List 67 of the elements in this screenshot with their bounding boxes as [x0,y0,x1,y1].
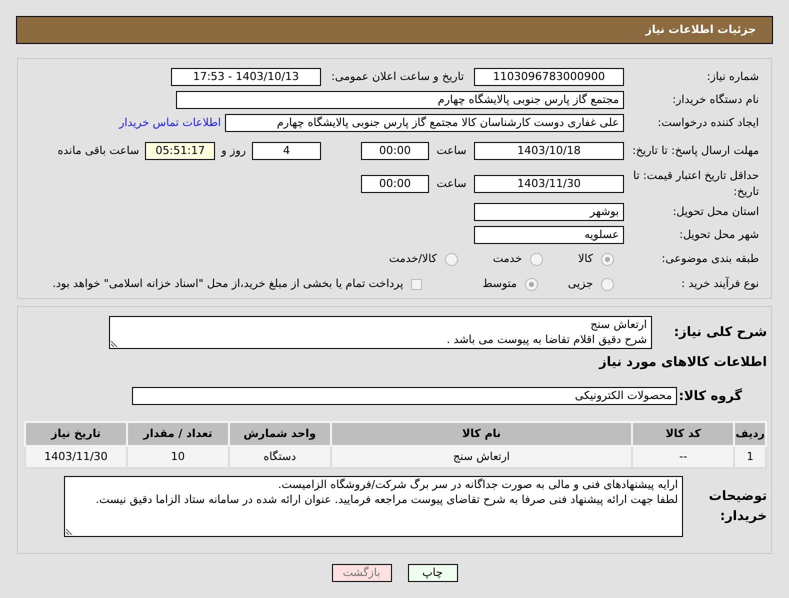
field-label: مهلت ارسال پاسخ: تا تاریخ: [631,142,759,159]
field-label: شماره نیاز: [706,68,759,85]
text-field[interactable]: 00:00 [361,175,429,193]
field-label: شرح کلی نیاز: [672,324,767,342]
text-field[interactable]: علی غفاری دوست کارشناسان کالا مجتمع گاز پارس جنوبی پالایشگاه چهارم [225,114,624,132]
text-line: لطفا جهت ارائه پیشنهاد فنی صرفا به شرح تقاضای پیوست مراجعه فرمایید. عنوان ارائه شده در سامانه ستاد الزاما دقیق نیست. [94,492,678,507]
text-field[interactable]: 1403/10/18 [474,142,624,160]
radio-label: کالا [578,250,593,267]
header-title: جزئیات اطلاعات نیاز [646,22,756,38]
text-field[interactable]: عسلویه [474,226,624,244]
print-button[interactable]: چاپ [408,564,458,582]
text-field[interactable]: محصولات الکترونیکی [132,387,677,406]
radio-button[interactable] [530,252,544,266]
radio-button[interactable] [524,278,538,290]
field-label: استان محل تحویل: [672,204,759,220]
field-label: نام دستگاه خریدار: [671,92,759,108]
resize-grip-icon [66,527,74,535]
text-field[interactable]: 1403/10/13 - 17:53 [171,68,321,86]
buyer-contact-link[interactable]: اطلاعات تماس خریدار [119,114,221,132]
checkbox-label: پرداخت تمام یا بخشی از مبلغ خرید،از محل "اسناد خزانه اسلامی" خواهد بود. [52,276,404,292]
field-label: توضیحات خریدار: [708,488,767,526]
radio-button[interactable] [601,278,614,290]
text-area[interactable]: ارایه پیشنهادهای فنی و مالی به صورت جداگانه در سر برگ شرکت/فروشگاه الزامیست. لطفا جهت ارائه پیشنهاد فنی صرفا به شرح تقاضای پیوست مراجعه فرمایید. عنوان ارائه شده در سامانه ستاد الزاما دقیق نیست. [64,476,683,537]
text-field[interactable]: مجتمع گاز پارس جنوبی پالایشگاه چهارم [176,91,624,109]
text-field[interactable]: 1103096783000900 [474,68,624,86]
table-cell: ارتعاش سنج [330,446,632,468]
text-field[interactable]: بوشهر [474,203,624,221]
table-cell: -- [632,446,734,468]
column-header: کد کالا [632,422,734,446]
radio-label: خدمت [492,250,522,267]
text-line: شرح دقیق اقلام تقاضا به پیوست می باشد . [446,332,647,347]
field-label: شهر محل تحویل: [678,226,759,243]
resize-grip-icon [111,339,119,347]
radio-label: جزیی [568,276,593,292]
field-label: ایجاد کننده درخواست: [656,114,759,131]
table-cell: 1 [734,446,766,468]
radio-button[interactable] [601,252,614,266]
column-header: واحد شمارش [228,422,331,446]
field-label: تاریخ و ساعت اعلان عمومی: [330,68,464,85]
table-cell: 10 [126,446,229,468]
table-cell: 1403/11/30 [25,446,127,468]
field-label: طبقه بندی موضوعی: [660,250,759,267]
text-field[interactable]: 1403/11/30 [474,175,624,193]
field-label: گروه کالا: [678,387,742,406]
time-label: ساعت [436,176,468,192]
field-label: حداقل تاریخ اعتبار قیمت: تا تاریخ: [632,168,759,200]
table-cell: دستگاه [228,446,331,468]
field-label: نوع فرآیند خرید : [680,276,759,292]
radio-button[interactable] [444,252,458,266]
column-header: تعداد / مقدار [126,422,229,446]
text-area[interactable]: ارتعاش سنج شرح دقیق اقلام تقاضا به پیوست می باشد . [109,316,652,349]
radio-label: کالا/خدمت [389,250,437,267]
column-header: نام کالا [330,422,632,446]
remaining-label: ساعت باقی مانده [58,142,140,159]
radio-label: متوسط [482,276,517,292]
text-line: ارتعاش سنج [589,317,647,332]
back-button[interactable]: بازگشت [332,564,392,582]
checkbox[interactable] [411,278,422,290]
text-field[interactable]: 00:00 [361,142,429,160]
countdown-field[interactable]: 05:51:17 [145,142,216,160]
days-label: روز و [220,142,247,159]
text-line: ارایه پیشنهادهای فنی و مالی به صورت جداگانه در سر برگ شرکت/فروشگاه الزامیست. [277,477,678,492]
column-header: تاریخ نیاز [25,422,127,446]
column-header: ردیف [734,422,766,446]
time-label: ساعت [436,142,468,159]
text-field[interactable]: 4 [252,142,321,160]
section-title: اطلاعات کالاهای مورد نیاز [598,354,767,372]
